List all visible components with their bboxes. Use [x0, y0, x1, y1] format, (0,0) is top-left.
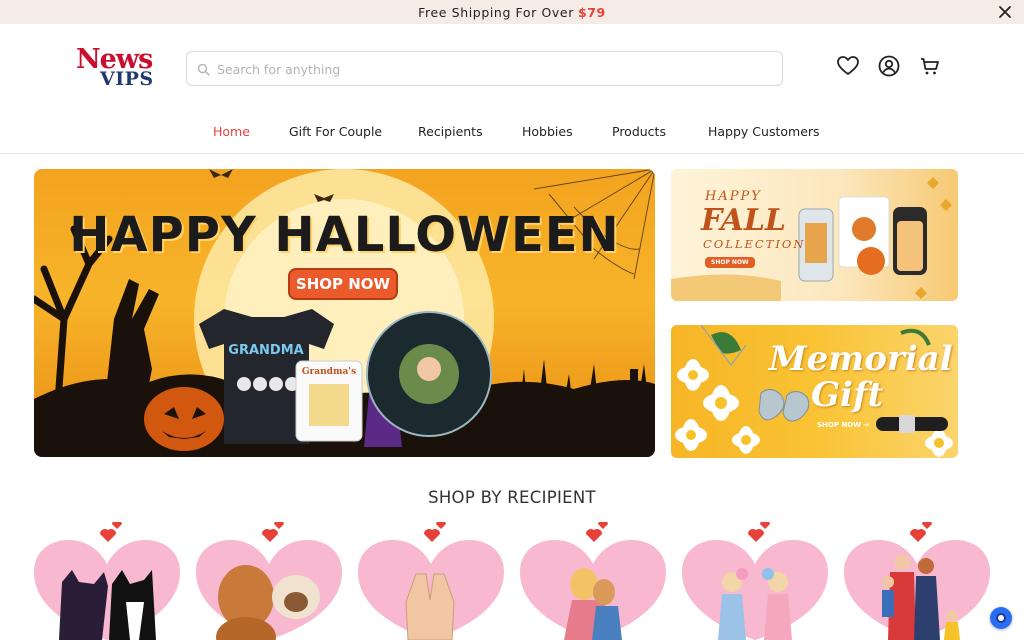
recipient-card-besties[interactable] [682, 522, 828, 640]
search-input[interactable] [217, 56, 757, 82]
fall-line-3: COLLECTION [703, 237, 806, 251]
memorial-gift-banner[interactable]: Memorial Gift SHOP NOW → [671, 325, 958, 458]
memorial-line-1: Memorial [769, 339, 953, 379]
heart-praying-hands-icon [358, 522, 504, 640]
user-icon[interactable] [877, 54, 901, 78]
cart-icon[interactable] [918, 54, 942, 78]
nav-item-products[interactable]: Products [612, 124, 666, 139]
recipient-card-memorial[interactable] [358, 522, 504, 640]
fall-line-1: HAPPY [705, 189, 762, 204]
recipient-card-couple[interactable] [520, 522, 666, 640]
heart-couple-icon [520, 522, 666, 640]
hero-title: HAPPY HALLOWEEN [69, 207, 620, 263]
search-bar [186, 51, 783, 86]
close-icon[interactable] [996, 3, 1014, 21]
heart-besties-icon [682, 522, 828, 640]
svg-text:Grandma's: Grandma's [302, 367, 356, 377]
heart-cats-icon [34, 522, 180, 640]
fall-line-2: FALL [701, 203, 787, 238]
nav-item-home[interactable]: Home [213, 124, 250, 139]
hero-banner[interactable]: GRANDMA Grandma's HAPPY HALLOWEEN SHOP N… [34, 169, 655, 457]
nav-item-hobbies[interactable]: Hobbies [522, 124, 573, 139]
memorial-line-2: Gift [811, 375, 884, 415]
recipient-card-family[interactable] [844, 522, 990, 640]
logo-line-2: VIPS [100, 68, 154, 90]
chat-icon [996, 613, 1006, 623]
announcement-amount: $79 [577, 4, 606, 20]
announcement-bar: Free Shipping For Over $79 [0, 0, 1024, 24]
nav-item-gift-for-couple[interactable]: Gift For Couple [289, 124, 382, 139]
section-title-shop-by-recipient: SHOP BY RECIPIENT [428, 488, 596, 507]
fall-shop-now-button[interactable]: SHOP NOW [705, 257, 755, 268]
heart-icon[interactable] [836, 54, 860, 78]
nav-item-happy-customers[interactable]: Happy Customers [708, 124, 820, 139]
search-icon [197, 63, 210, 76]
recipient-card-cat-parents[interactable] [34, 522, 180, 640]
nav-item-recipients[interactable]: Recipients [418, 124, 483, 139]
memorial-shop-now-button[interactable]: SHOP NOW → [817, 421, 869, 429]
announcement-text: Free Shipping For Over [418, 4, 574, 20]
site-logo[interactable]: News VIPS [72, 44, 158, 94]
recipient-card-dog-parents[interactable] [196, 522, 342, 640]
chat-widget-button[interactable] [990, 607, 1012, 629]
fall-collection-banner[interactable]: HAPPY FALL COLLECTION SHOP NOW [671, 169, 958, 301]
heart-dogs-icon [196, 522, 342, 640]
main-nav: Home Gift For Couple Recipients Hobbies … [0, 116, 1024, 154]
heart-family-icon [844, 522, 990, 640]
hero-shop-now-button[interactable]: SHOP NOW [288, 268, 398, 300]
svg-text:GRANDMA: GRANDMA [228, 343, 303, 358]
